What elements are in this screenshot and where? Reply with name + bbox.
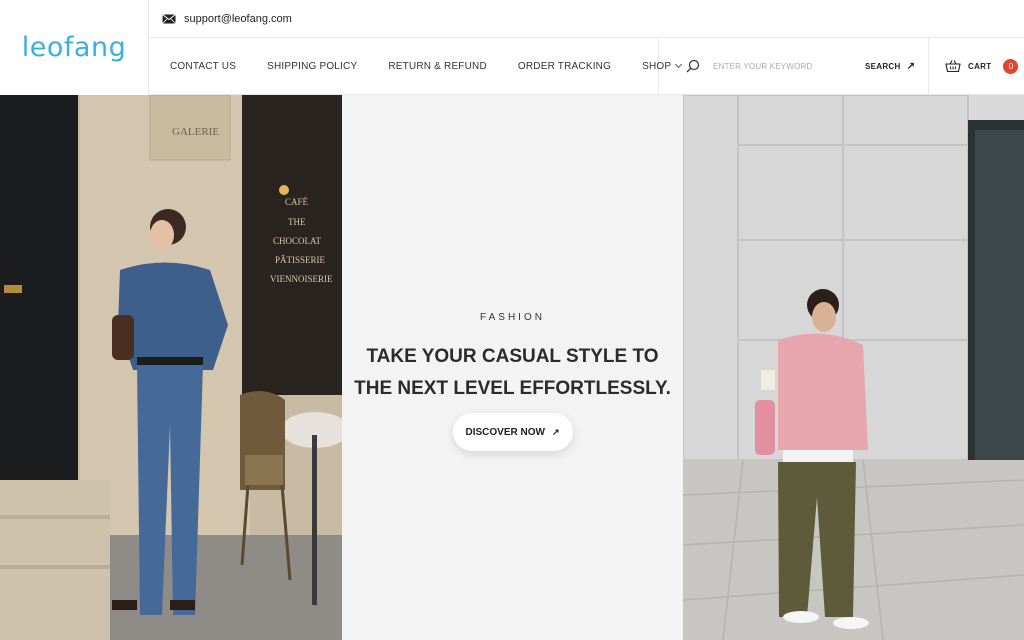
main-nav: CONTACT US SHIPPING POLICY RETURN & REFU… (149, 38, 683, 94)
cart-button[interactable]: CART 0 (929, 38, 1019, 94)
galerie-sign: GALERIE (172, 126, 219, 138)
hero-content: FASHION TAKE YOUR CASUAL STYLE TO THE NE… (342, 95, 683, 640)
window-text-5: VIENNOISERIE (270, 274, 333, 284)
street-cafe-photo: GALERIE CAFÉ THE CHOCOLAT PÂTISSERIE VIE… (0, 95, 342, 640)
nav-shipping-policy[interactable]: SHIPPING POLICY (267, 61, 357, 72)
hero-banner: GALERIE CAFÉ THE CHOCOLAT PÂTISSERIE VIE… (0, 95, 1024, 640)
search-bar: SEARCH ↗ (659, 38, 929, 94)
top-bar: support@leofang.com (149, 0, 1024, 38)
discover-now-button[interactable]: DISCOVER NOW ↗ (452, 413, 573, 451)
window-text-4: PÂTISSERIE (275, 255, 326, 265)
arrow-up-right-icon: ↗ (906, 60, 916, 72)
mail-icon (162, 13, 176, 24)
discover-now-label: DISCOVER NOW (465, 426, 545, 438)
hero-image-left: GALERIE CAFÉ THE CHOCOLAT PÂTISSERIE VIE… (0, 95, 342, 640)
logo-link[interactable]: leofang (0, 0, 149, 95)
street-walk-photo (683, 95, 1024, 640)
search-icon (686, 59, 700, 73)
logo: leofang (21, 32, 127, 63)
cart-count-badge: 0 (1003, 58, 1019, 74)
cart-label: CART (968, 61, 992, 71)
support-email-link[interactable]: support@leofang.com (184, 13, 292, 25)
nav-return-refund[interactable]: RETURN & REFUND (388, 61, 487, 72)
hero-headline: TAKE YOUR CASUAL STYLE TO THE NEXT LEVEL… (354, 346, 671, 399)
arrow-up-right-icon: ↗ (551, 426, 560, 437)
search-button[interactable]: SEARCH ↗ (865, 61, 915, 72)
window-text-1: CAFÉ (285, 197, 309, 207)
nav-order-tracking[interactable]: ORDER TRACKING (518, 61, 611, 72)
search-input[interactable] (713, 61, 838, 71)
window-text-2: THE (288, 217, 306, 227)
window-text-3: CHOCOLAT (273, 236, 322, 246)
hero-image-right (683, 95, 1024, 640)
search-button-label: SEARCH (865, 61, 901, 71)
hero-eyebrow: FASHION (480, 312, 545, 323)
main-navigation-row: CONTACT US SHIPPING POLICY RETURN & REFU… (149, 38, 1024, 95)
basket-icon (945, 60, 961, 73)
nav-contact-us[interactable]: CONTACT US (170, 61, 236, 72)
